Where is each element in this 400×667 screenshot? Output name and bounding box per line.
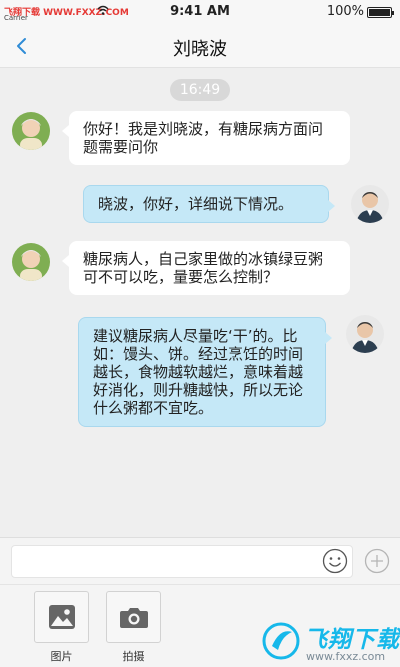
camera-icon <box>119 608 148 628</box>
message-text: 你好！我是刘晓波，有糖尿病方面问题需要问你 <box>83 120 324 156</box>
doctor-avatar[interactable] <box>346 315 384 353</box>
status-bar: 飞翔下载 WWW.FXXZ.COM Carrier 9:41 AM 100% <box>0 0 400 24</box>
composer-bar <box>0 537 400 584</box>
message-text: 建议糖尿病人尽量吃‘干’的。比如：馒头、饼。经过烹饪的时间越长，食物越软越烂，意… <box>93 327 304 417</box>
elderly-woman-avatar-icon <box>12 243 50 281</box>
image-tile[interactable] <box>34 591 89 643</box>
page-title: 刘晓波 <box>173 39 227 60</box>
patient-avatar[interactable] <box>12 243 50 281</box>
image-icon <box>48 605 75 629</box>
attachment-panel: 图片 拍摄 飞翔下载 www.fxxz.com <box>0 584 400 667</box>
smiley-icon[interactable] <box>322 548 348 574</box>
logo-brand: 飞翔下载 <box>304 627 400 653</box>
tool-label: 图片 <box>50 650 73 663</box>
message-bubble-2: 晓波，你好，详细说下情况。 <box>83 185 335 223</box>
message-bubble-1: 你好！我是刘晓波，有糖尿病方面问题需要问你 <box>62 111 350 165</box>
logo-url: www.fxxz.com <box>306 650 386 663</box>
patient-avatar[interactable] <box>12 112 50 150</box>
doctor-avatar[interactable] <box>351 185 389 223</box>
doctor-avatar-icon <box>346 315 384 353</box>
message-bubble-3: 糖尿病人，自己家里做的冰镇绿豆粥可不可以吃，量要怎么控制？ <box>62 241 350 295</box>
battery-icon <box>367 7 394 18</box>
chat-timestamp: 16:49 <box>170 79 230 101</box>
doctor-avatar-icon <box>351 185 389 223</box>
message-input[interactable] <box>11 545 353 578</box>
site-watermark-logo: 飞翔下载 www.fxxz.com <box>262 618 399 666</box>
camera-button[interactable]: 拍摄 <box>106 591 161 663</box>
fxxz-logo-icon <box>262 622 300 660</box>
battery-fill <box>369 9 390 16</box>
plus-circle-icon[interactable] <box>364 548 390 574</box>
message-text: 晓波，你好，详细说下情况。 <box>98 195 294 213</box>
message-bubble-4: 建议糖尿病人尽量吃‘干’的。比如：馒头、饼。经过烹饪的时间越长，食物越软越烂，意… <box>78 317 332 427</box>
battery-percent: 100% <box>326 4 364 19</box>
message-text: 糖尿病人，自己家里做的冰镇绿豆粥可不可以吃，量要怎么控制？ <box>83 250 324 286</box>
elderly-woman-avatar-icon <box>12 112 50 150</box>
camera-tile[interactable] <box>106 591 161 643</box>
nav-bar: 刘晓波 <box>0 24 400 68</box>
tool-label: 拍摄 <box>122 650 145 663</box>
image-picker-button[interactable]: 图片 <box>34 591 89 663</box>
